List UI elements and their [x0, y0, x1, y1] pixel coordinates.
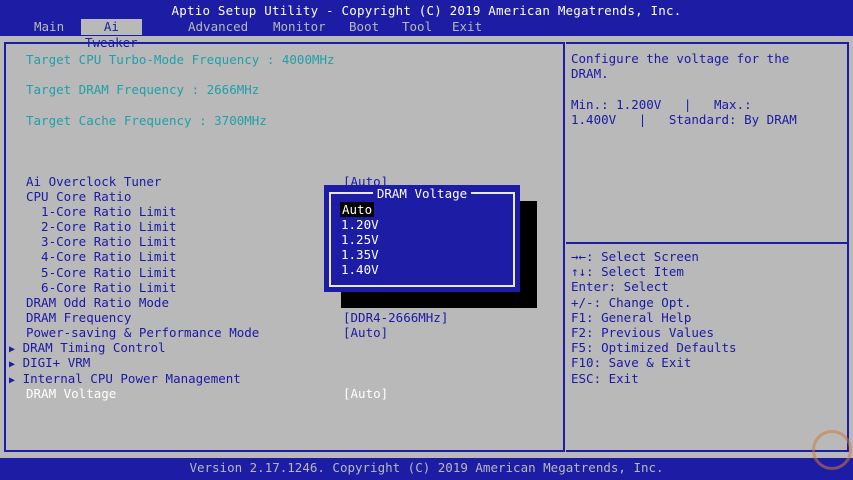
- target-dram-frequency: Target DRAM Frequency : 2666MHz: [26, 82, 260, 97]
- setting-cpu-core-ratio[interactable]: CPU Core Ratio: [26, 189, 131, 204]
- target-cpu-turbo-frequency: Target CPU Turbo-Mode Frequency : 4000MH…: [26, 52, 335, 67]
- setting-1-core-ratio-limit[interactable]: 1-Core Ratio Limit: [26, 204, 176, 219]
- option-1-40v[interactable]: 1.40V: [341, 262, 379, 277]
- option-1-25v[interactable]: 1.25V: [341, 232, 379, 247]
- target-cache-frequency: Target Cache Frequency : 3700MHz: [26, 113, 267, 128]
- setting-dram-odd-ratio-mode[interactable]: DRAM Odd Ratio Mode: [26, 295, 169, 310]
- submenu-arrow-icon: ▶: [9, 359, 16, 370]
- setting-4-core-ratio-limit[interactable]: 4-Core Ratio Limit: [26, 249, 176, 264]
- dram-voltage-popup: DRAM Voltage Auto 1.20V 1.25V 1.35V 1.40…: [324, 185, 520, 292]
- submenu-arrow-icon: ▶: [9, 375, 16, 386]
- help-divider: [566, 242, 847, 244]
- setting-5-core-ratio-limit[interactable]: 5-Core Ratio Limit: [26, 265, 176, 280]
- footer: Version 2.17.1246. Copyright (C) 2019 Am…: [0, 458, 853, 480]
- tab-tool[interactable]: Tool: [402, 19, 432, 35]
- popup-title: DRAM Voltage: [324, 186, 520, 201]
- tab-boot[interactable]: Boot: [349, 19, 379, 35]
- value-power-saving-mode[interactable]: [Auto]: [343, 325, 388, 340]
- tab-main[interactable]: Main: [34, 19, 64, 35]
- submenu-digi-vrm[interactable]: ▶ DIGI+ VRM: [9, 355, 90, 370]
- setting-dram-voltage[interactable]: DRAM Voltage: [26, 386, 116, 401]
- option-auto[interactable]: Auto: [340, 202, 375, 217]
- option-1-20v[interactable]: 1.20V: [341, 217, 379, 232]
- tab-advanced[interactable]: Advanced: [188, 19, 248, 35]
- tab-ai-tweaker[interactable]: Ai Tweaker: [81, 19, 142, 50]
- value-dram-frequency[interactable]: [DDR4-2666MHz]: [343, 310, 448, 325]
- tab-exit[interactable]: Exit: [452, 19, 482, 35]
- submenu-dram-timing-control[interactable]: ▶ DRAM Timing Control: [9, 340, 166, 355]
- app-title: Aptio Setup Utility - Copyright (C) 2019…: [171, 3, 682, 18]
- setting-power-saving-mode[interactable]: Power-saving & Performance Mode: [26, 325, 259, 340]
- watermark-logo: [812, 430, 852, 470]
- help-panel: Configure the voltage for the DRAM. Min.…: [566, 42, 849, 452]
- key-legend: →←: Select Screen ↑↓: Select Item Enter:…: [571, 249, 737, 386]
- submenu-arrow-icon: ▶: [9, 344, 16, 355]
- setting-3-core-ratio-limit[interactable]: 3-Core Ratio Limit: [26, 234, 176, 249]
- setting-6-core-ratio-limit[interactable]: 6-Core Ratio Limit: [26, 280, 176, 295]
- setting-ai-overclock-tuner[interactable]: Ai Overclock Tuner: [26, 174, 161, 189]
- setting-2-core-ratio-limit[interactable]: 2-Core Ratio Limit: [26, 219, 176, 234]
- value-dram-voltage[interactable]: [Auto]: [343, 386, 388, 401]
- title-bar: Aptio Setup Utility - Copyright (C) 2019…: [0, 0, 853, 50]
- setting-dram-frequency[interactable]: DRAM Frequency: [26, 310, 131, 325]
- option-1-35v[interactable]: 1.35V: [341, 247, 379, 262]
- submenu-internal-cpu-power[interactable]: ▶ Internal CPU Power Management: [9, 371, 241, 386]
- tab-monitor[interactable]: Monitor: [273, 19, 326, 35]
- help-description: Configure the voltage for the DRAM. Min.…: [571, 51, 797, 127]
